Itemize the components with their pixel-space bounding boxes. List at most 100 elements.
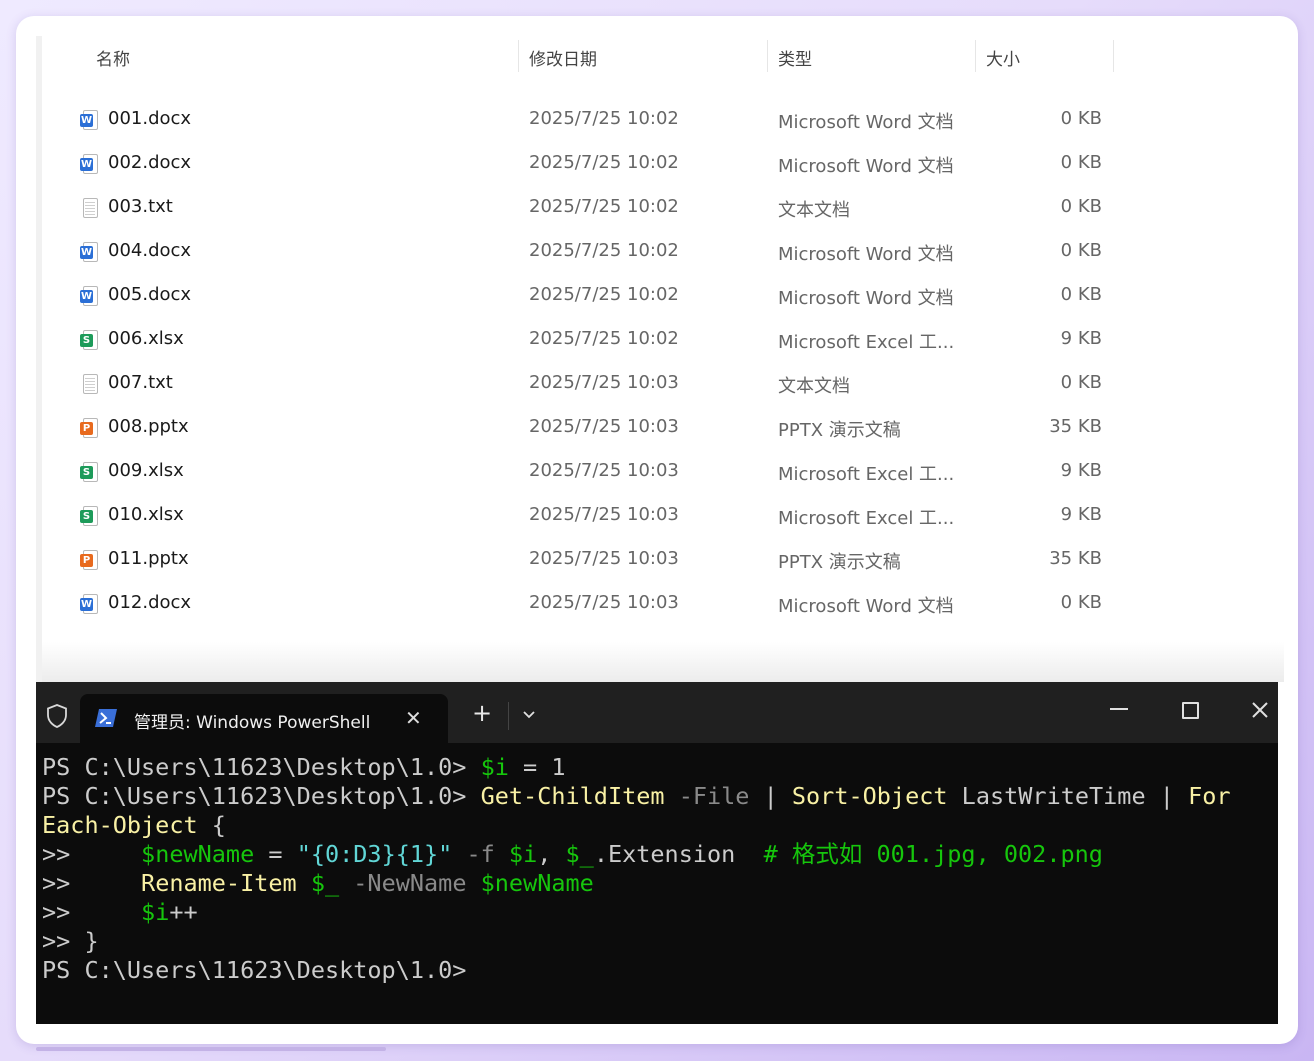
new-tab-button[interactable]: + [472, 699, 492, 727]
file-name: 003.txt [108, 196, 173, 217]
console-token: | [749, 782, 792, 810]
console-token: PS C:\Users\11623\Desktop\1.0> [42, 782, 481, 810]
console-token: "{0:D3}{1}" [296, 840, 453, 868]
file-row[interactable]: W 005.docx 2025/7/25 10:02 Microsoft Word 文… [42, 274, 1284, 318]
file-row[interactable]: P 011.pptx 2025/7/25 10:03 PPTX 演示文稿 35 KB [42, 538, 1284, 582]
console-line: PS C:\Users\11623\Desktop\1.0> $i = 1 [42, 753, 1274, 782]
file-row[interactable]: S 009.xlsx 2025/7/25 10:03 Microsoft Excel … [42, 450, 1284, 494]
console-token: $newName [141, 840, 255, 868]
file-row[interactable]: W 012.docx 2025/7/25 10:03 Microsoft Word 文… [42, 582, 1284, 626]
file-size: 9 KB [1060, 460, 1102, 481]
console-token: Each-Object [42, 811, 198, 839]
shield-icon[interactable] [45, 703, 69, 729]
console-token: $i [508, 840, 538, 868]
terminal-output[interactable]: PS C:\Users\11623\Desktop\1.0> $i = 1 PS … [42, 753, 1274, 985]
titlebar-divider [508, 702, 509, 730]
file-row[interactable]: 007.txt 2025/7/25 10:03 文本文档 0 KB [42, 362, 1284, 406]
console-line: >> } [42, 927, 1274, 956]
file-name: 009.xlsx [108, 460, 184, 481]
file-type: Microsoft Excel 工... [778, 508, 955, 529]
file-size: 35 KB [1049, 548, 1102, 569]
column-divider[interactable] [975, 40, 976, 72]
console-token: # 格式如 001.jpg, 002.png [763, 840, 1103, 868]
console-line: >> $newName = "{0:D3}{1}" -f $i, $_.Exte… [42, 840, 1274, 869]
file-date: 2025/7/25 10:03 [529, 548, 679, 569]
console-token: $newName [480, 869, 594, 897]
file-date: 2025/7/25 10:02 [529, 240, 679, 261]
file-name: 010.xlsx [108, 504, 184, 525]
console-line: Each-Object { [42, 811, 1274, 840]
file-date: 2025/7/25 10:02 [529, 152, 679, 173]
tab-powershell[interactable]: 管理员: Windows PowerShell ✕ [80, 694, 448, 743]
excel-file-icon: S [80, 330, 98, 350]
file-row[interactable]: W 004.docx 2025/7/25 10:02 Microsoft Word 文… [42, 230, 1284, 274]
file-type: PPTX 演示文稿 [778, 552, 901, 573]
file-date: 2025/7/25 10:02 [529, 108, 679, 129]
column-header-size[interactable]: 大小 [986, 45, 1020, 70]
file-type: Microsoft Word 文档 [778, 288, 954, 309]
console-token: >> } [42, 927, 99, 955]
column-header-name[interactable]: 名称 [96, 45, 130, 70]
console-token: LastWriteTime | [947, 782, 1189, 810]
file-type: Microsoft Word 文档 [778, 244, 954, 265]
file-name: 001.docx [108, 108, 192, 129]
chevron-down-icon[interactable] [522, 710, 536, 720]
file-date: 2025/7/25 10:03 [529, 592, 679, 613]
file-type: 文本文档 [778, 200, 850, 221]
file-name: 012.docx [108, 592, 192, 613]
file-size: 9 KB [1060, 328, 1102, 349]
console-token: , [537, 840, 566, 868]
console-token: -f [452, 840, 509, 868]
column-header-type[interactable]: 类型 [778, 45, 812, 70]
file-size: 0 KB [1060, 196, 1102, 217]
word-file-icon: W [80, 110, 98, 130]
console-token: .Extension [593, 840, 764, 868]
horizontal-scrollbar[interactable] [36, 1047, 386, 1051]
excel-file-icon: S [80, 462, 98, 482]
file-row[interactable]: W 002.docx 2025/7/25 10:02 Microsoft Word 文… [42, 142, 1284, 186]
console-token: = [508, 753, 552, 781]
file-date: 2025/7/25 10:02 [529, 328, 679, 349]
console-token: -NewName [339, 869, 481, 897]
file-date: 2025/7/25 10:03 [529, 372, 679, 393]
file-row[interactable]: S 006.xlsx 2025/7/25 10:02 Microsoft Excel … [42, 318, 1284, 362]
file-date: 2025/7/25 10:03 [529, 504, 679, 525]
console-line: >> Rename-Item $_ -NewName $newName [42, 869, 1274, 898]
file-date: 2025/7/25 10:03 [529, 416, 679, 437]
explorer-bottom-shadow [42, 642, 1284, 682]
maximize-icon[interactable] [1182, 702, 1199, 719]
terminal-titlebar[interactable]: 管理员: Windows PowerShell ✕ + [36, 682, 1278, 743]
console-token: PS C:\Users\11623\Desktop\1.0> [42, 956, 467, 984]
file-row[interactable]: W 001.docx 2025/7/25 10:02 Microsoft Word 文… [42, 98, 1284, 142]
column-header-date[interactable]: 修改日期 [529, 45, 597, 70]
console-token: >> [42, 869, 142, 897]
file-size: 0 KB [1060, 240, 1102, 261]
file-row[interactable]: P 008.pptx 2025/7/25 10:03 PPTX 演示文稿 35 KB [42, 406, 1284, 450]
word-file-icon: W [80, 286, 98, 306]
file-name: 007.txt [108, 372, 173, 393]
window-close-icon[interactable] [1251, 701, 1269, 719]
console-token [297, 869, 311, 897]
console-token: For [1188, 782, 1231, 810]
tab-close-icon[interactable]: ✕ [405, 706, 422, 730]
column-divider[interactable] [1113, 40, 1114, 72]
console-token: >> [42, 840, 142, 868]
file-size: 0 KB [1060, 152, 1102, 173]
file-name: 005.docx [108, 284, 192, 305]
console-line: PS C:\Users\11623\Desktop\1.0> Get-Child… [42, 782, 1274, 811]
file-row[interactable]: S 010.xlsx 2025/7/25 10:03 Microsoft Excel … [42, 494, 1284, 538]
column-divider[interactable] [518, 40, 519, 72]
file-size: 35 KB [1049, 416, 1102, 437]
ppt-file-icon: P [80, 418, 98, 438]
file-type: PPTX 演示文稿 [778, 420, 901, 441]
text-file-icon [80, 198, 98, 218]
ppt-file-icon: P [80, 550, 98, 570]
console-token: 1 [551, 753, 566, 781]
file-row[interactable]: 003.txt 2025/7/25 10:02 文本文档 0 KB [42, 186, 1284, 230]
minimize-icon[interactable] [1110, 708, 1128, 710]
column-divider[interactable] [767, 40, 768, 72]
console-line: PS C:\Users\11623\Desktop\1.0> [42, 956, 1274, 985]
word-file-icon: W [80, 594, 98, 614]
file-size: 0 KB [1060, 592, 1102, 613]
screenshot-card: 名称 修改日期 类型 大小 W 001.docx 2025/7/25 10:02 Mi… [16, 16, 1298, 1044]
